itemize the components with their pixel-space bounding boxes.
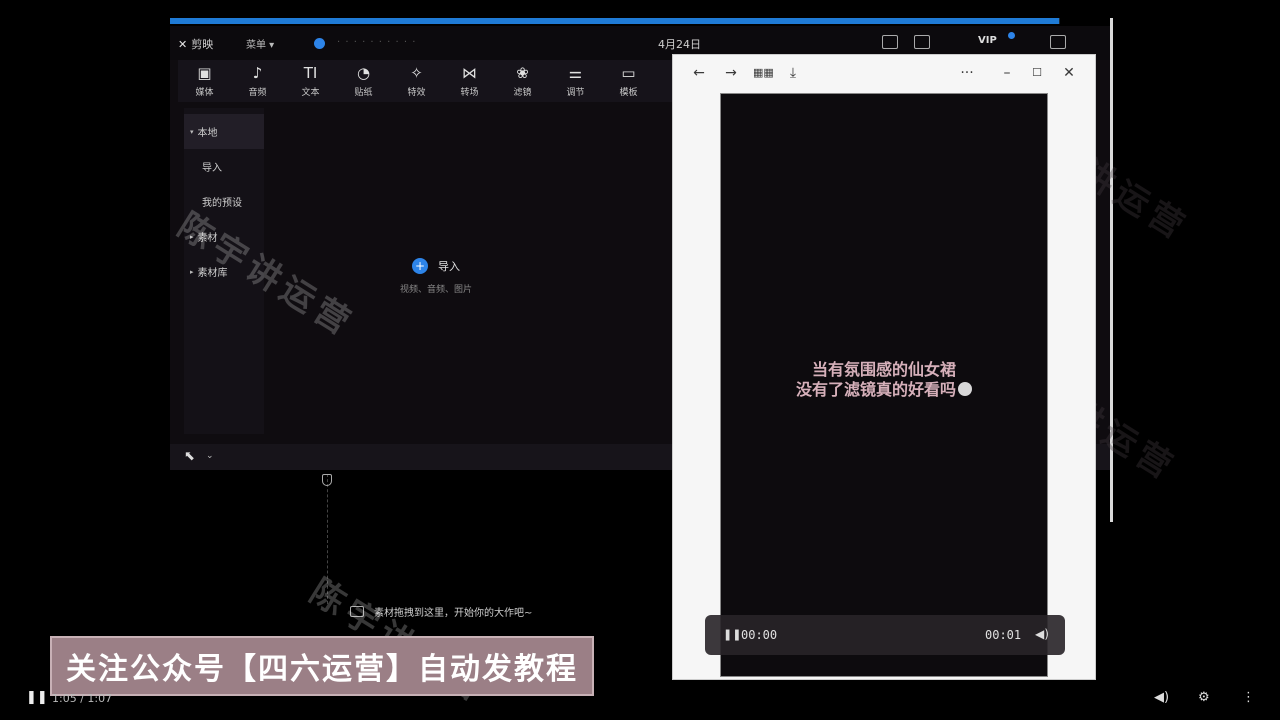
promo-banner: 关注公众号【四六运营】自动发教程 — [50, 636, 594, 696]
back-arrow-icon[interactable]: ← — [689, 63, 709, 83]
video-preview[interactable]: 当有氛围感的仙女裙 没有了滤镜真的好看吗 — [720, 93, 1048, 677]
toolbar-item-label: 贴纸 — [354, 88, 373, 98]
draft-date-title: 4月24日 — [658, 38, 701, 51]
toolbar-item-label: 音频 — [248, 88, 267, 98]
plus-icon[interactable]: + — [412, 258, 428, 274]
toolbar-item-label: 媒体 — [195, 88, 214, 98]
toolbar-item-filter[interactable]: ❀ 滤镜 — [496, 60, 549, 102]
forward-arrow-icon[interactable]: → — [721, 63, 741, 83]
volume-icon[interactable]: ◀) — [1154, 690, 1169, 705]
app-name: 剪映 — [191, 38, 214, 51]
sidebar-item-label: 本地 — [197, 128, 218, 139]
import-dropzone[interactable]: + 导入 视频、音频、图片 — [400, 258, 472, 295]
adjust-icon: ⚌ — [568, 64, 583, 82]
grid-view-icon[interactable]: ▦▦ — [753, 63, 774, 83]
sidebar-item-import[interactable]: 导入 — [184, 149, 264, 184]
caption-line-2: 没有了滤镜真的好看吗 — [795, 380, 956, 399]
preview-window-toolbar: ← → ▦▦ ⤓ ··· – ☐ ✕ — [673, 55, 1095, 91]
more-options-icon[interactable]: ··· — [957, 63, 977, 83]
toolbar-item-transition[interactable]: ⋈ 转场 — [443, 60, 496, 102]
media-preview-window: ← → ▦▦ ⤓ ··· – ☐ ✕ 当有氛围感的仙女裙 没有了滤镜真的好看吗 … — [672, 54, 1096, 680]
toolbar-item-template[interactable]: ▭ 模板 — [602, 60, 655, 102]
toolbar-item-audio[interactable]: ♪ 音频 — [231, 60, 284, 102]
audio-icon: ♪ — [252, 64, 263, 82]
media-icon: ▣ — [197, 64, 212, 82]
minimize-icon[interactable]: – — [997, 63, 1017, 83]
current-time: 00:00 — [741, 628, 778, 642]
outer-progress-bar[interactable] — [170, 18, 1060, 24]
notification-dot — [1008, 32, 1015, 39]
video-caption: 当有氛围感的仙女裙 没有了滤镜真的好看吗 — [721, 360, 1047, 400]
import-hint: 视频、音频、图片 — [400, 285, 473, 295]
maximize-icon[interactable]: ☐ — [1027, 63, 1047, 83]
volume-icon[interactable]: ◀) — [1035, 627, 1049, 641]
emoji-icon — [958, 382, 972, 396]
outer-pause-icon[interactable]: ❚❚ — [26, 690, 48, 705]
filter-icon: ❀ — [516, 64, 529, 82]
capcut-logo-icon: ✕ — [178, 37, 188, 51]
duration: 00:01 — [985, 628, 1022, 642]
editor-toolbar: ▣ 媒体 ♪ 音频 TI 文本 ◔ 贴纸 ✧ 特效 ⋈ 转场 ❀ 滤镜 ⚌ 调节 ▭ 模板 — [178, 60, 698, 102]
toolbar-item-media[interactable]: ▣ 媒体 — [178, 60, 231, 102]
toolbar-item-adjust[interactable]: ⚌ 调节 — [549, 60, 602, 102]
toolbar-item-label: 转场 — [460, 88, 479, 98]
toolbar-item-text[interactable]: TI 文本 — [284, 60, 337, 102]
playhead-handle[interactable] — [322, 474, 332, 486]
caret-down-icon: ▾ — [190, 127, 194, 136]
layout-icon[interactable] — [914, 35, 930, 49]
outer-elapsed-time: 1:05 / 1:07 — [52, 692, 113, 705]
effects-icon: ✧ — [410, 64, 423, 82]
caret-right-icon: ▸ — [190, 267, 194, 276]
select-cursor-icon[interactable]: ⬉ — [184, 449, 195, 464]
sidebar-item-local[interactable]: ▾ 本地 — [184, 114, 264, 149]
app-logo: ✕ 剪映 — [178, 36, 213, 52]
caption-line-1: 当有氛围感的仙女裙 — [811, 360, 956, 379]
text-icon: TI — [303, 64, 318, 82]
pause-icon[interactable]: ❚❚ — [723, 628, 741, 641]
download-icon[interactable]: ⤓ — [783, 63, 803, 83]
vip-badge[interactable]: VIP — [978, 35, 997, 46]
export-icon[interactable] — [1050, 35, 1066, 49]
toolbar-item-label: 滤镜 — [513, 88, 532, 98]
settings-icon[interactable]: ⚙ — [1198, 690, 1210, 705]
keyboard-shortcut-icon[interactable] — [882, 35, 898, 49]
template-icon: ▭ — [621, 64, 636, 82]
promo-banner-text: 关注公众号【四六运营】自动发教程 — [66, 652, 578, 687]
toolbar-item-effects[interactable]: ✧ 特效 — [390, 60, 443, 102]
more-vertical-icon[interactable]: ⋮ — [1242, 690, 1255, 705]
toolbar-item-label: 特效 — [407, 88, 426, 98]
transition-icon: ⋈ — [462, 64, 477, 82]
project-title[interactable]: · · · · · · · · · · — [337, 37, 416, 48]
toolbar-item-sticker[interactable]: ◔ 贴纸 — [337, 60, 390, 102]
chevron-down-icon[interactable]: ⌄ — [206, 451, 214, 461]
toolbar-item-label: 文本 — [301, 88, 320, 98]
import-label[interactable]: 导入 — [438, 258, 460, 274]
toolbar-item-label: 模板 — [619, 88, 638, 98]
menu-button[interactable]: 菜单 ▾ — [246, 36, 274, 51]
close-icon[interactable]: ✕ — [1059, 63, 1079, 83]
sticker-icon: ◔ — [356, 64, 371, 82]
sync-status-icon — [314, 38, 325, 49]
video-player-controls: ❚❚ 00:00 00:01 ◀) — [705, 615, 1065, 655]
toolbar-item-label: 调节 — [566, 88, 585, 98]
outer-progress-fill — [170, 18, 1060, 24]
